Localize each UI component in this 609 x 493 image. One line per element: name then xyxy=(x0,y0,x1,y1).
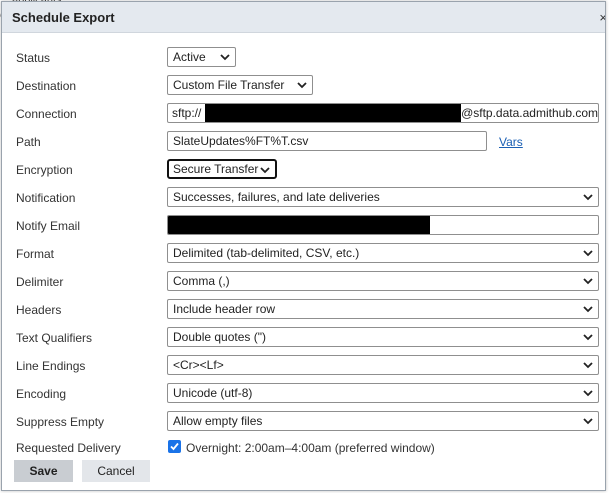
chevron-down-icon xyxy=(583,278,593,285)
path-value: SlateUpdates%FT%T.csv xyxy=(173,134,309,148)
close-icon[interactable]: × xyxy=(599,10,605,25)
headers-value: Include header row xyxy=(173,302,276,316)
connection-prefix: sftp:// xyxy=(172,106,202,120)
vars-link[interactable]: Vars xyxy=(499,135,523,149)
status-label: Status xyxy=(16,51,51,65)
notification-row: Notification Successes, failures, and la… xyxy=(2,187,605,209)
overnight-option-label: Overnight: 2:00am–4:00am (preferred wind… xyxy=(186,441,435,455)
suppress-empty-value: Allow empty files xyxy=(173,414,263,428)
dialog-footer: Save Cancel xyxy=(2,457,605,490)
notification-label: Notification xyxy=(16,191,76,205)
status-select[interactable]: Active xyxy=(167,47,236,67)
redacted-email xyxy=(168,216,430,234)
connection-row: Connection sftp:// @sftp.data.admithub.c… xyxy=(2,103,605,125)
cancel-button[interactable]: Cancel xyxy=(82,460,150,482)
notification-value: Successes, failures, and late deliveries xyxy=(173,190,380,204)
format-label: Format xyxy=(16,247,55,261)
text-qualifiers-value: Double quotes (") xyxy=(173,330,266,344)
encoding-select[interactable]: Unicode (utf-8) xyxy=(167,383,599,403)
notify-email-input[interactable] xyxy=(167,215,599,235)
path-label: Path xyxy=(16,135,41,149)
chevron-down-icon xyxy=(583,306,593,313)
encryption-row: Encryption Secure Transfer xyxy=(2,159,605,181)
connection-label: Connection xyxy=(16,107,77,121)
line-endings-select[interactable]: <Cr><Lf> xyxy=(167,355,599,375)
chevron-down-icon xyxy=(583,334,593,341)
suppress-empty-label: Suppress Empty xyxy=(16,415,105,429)
dialog-titlebar: Schedule Export × xyxy=(2,2,605,33)
headers-select[interactable]: Include header row xyxy=(167,299,599,319)
schedule-export-dialog: Schedule Export × Status Active Destinat… xyxy=(1,1,606,491)
path-input[interactable]: SlateUpdates%FT%T.csv xyxy=(167,131,487,151)
headers-label: Headers xyxy=(16,303,62,317)
delimiter-row: Delimiter Comma (,) xyxy=(2,271,605,293)
chevron-down-icon xyxy=(583,250,593,257)
encoding-value: Unicode (utf-8) xyxy=(173,386,253,400)
path-row: Path SlateUpdates%FT%T.csv Vars xyxy=(2,131,605,153)
connection-suffix: @sftp.data.admithub.com xyxy=(461,106,598,120)
line-endings-label: Line Endings xyxy=(16,359,86,373)
encoding-label: Encoding xyxy=(16,387,67,401)
text-qualifiers-row: Text Qualifiers Double quotes (") xyxy=(2,327,605,349)
format-row: Format Delimited (tab-delimited, CSV, et… xyxy=(2,243,605,265)
destination-value: Custom File Transfer xyxy=(173,78,285,92)
chevron-down-icon xyxy=(260,167,270,174)
requested-delivery-row: Requested Delivery Overnight: 2:00am–4:0… xyxy=(2,437,605,459)
overnight-checkbox[interactable] xyxy=(168,440,181,453)
check-icon xyxy=(170,442,179,451)
chevron-down-icon xyxy=(220,54,230,61)
dialog-title: Schedule Export xyxy=(12,9,115,25)
chevron-down-icon xyxy=(583,362,593,369)
encoding-row: Encoding Unicode (utf-8) xyxy=(2,383,605,405)
notify-email-label: Notify Email xyxy=(16,219,81,233)
text-qualifiers-select[interactable]: Double quotes (") xyxy=(167,327,599,347)
format-value: Delimited (tab-delimited, CSV, etc.) xyxy=(173,246,360,260)
line-endings-row: Line Endings <Cr><Lf> xyxy=(2,355,605,377)
chevron-down-icon xyxy=(583,418,593,425)
delimiter-select[interactable]: Comma (,) xyxy=(167,271,599,291)
delimiter-label: Delimiter xyxy=(16,275,64,289)
delimiter-value: Comma (,) xyxy=(173,274,230,288)
chevron-down-icon xyxy=(583,194,593,201)
status-value: Active xyxy=(173,50,206,64)
notification-select[interactable]: Successes, failures, and late deliveries xyxy=(167,187,599,207)
encryption-select[interactable]: Secure Transfer xyxy=(167,159,277,179)
notify-email-row: Notify Email xyxy=(2,215,605,237)
save-button[interactable]: Save xyxy=(14,460,73,482)
redacted-connection-credentials xyxy=(205,104,462,122)
destination-label: Destination xyxy=(16,79,77,93)
format-select[interactable]: Delimited (tab-delimited, CSV, etc.) xyxy=(167,243,599,263)
encryption-value: Secure Transfer xyxy=(173,162,259,176)
chevron-down-icon xyxy=(583,390,593,397)
text-qualifiers-label: Text Qualifiers xyxy=(16,331,93,345)
requested-delivery-label: Requested Delivery xyxy=(16,441,121,455)
status-row: Status Active xyxy=(2,47,605,69)
headers-row: Headers Include header row xyxy=(2,299,605,321)
encryption-label: Encryption xyxy=(16,163,73,177)
destination-row: Destination Custom File Transfer xyxy=(2,75,605,97)
destination-select[interactable]: Custom File Transfer xyxy=(167,75,313,95)
suppress-empty-select[interactable]: Allow empty files xyxy=(167,411,599,431)
chevron-down-icon xyxy=(297,82,307,89)
suppress-empty-row: Suppress Empty Allow empty files xyxy=(2,411,605,433)
connection-input[interactable]: sftp:// @sftp.data.admithub.com xyxy=(167,103,599,123)
line-endings-value: <Cr><Lf> xyxy=(173,358,224,372)
